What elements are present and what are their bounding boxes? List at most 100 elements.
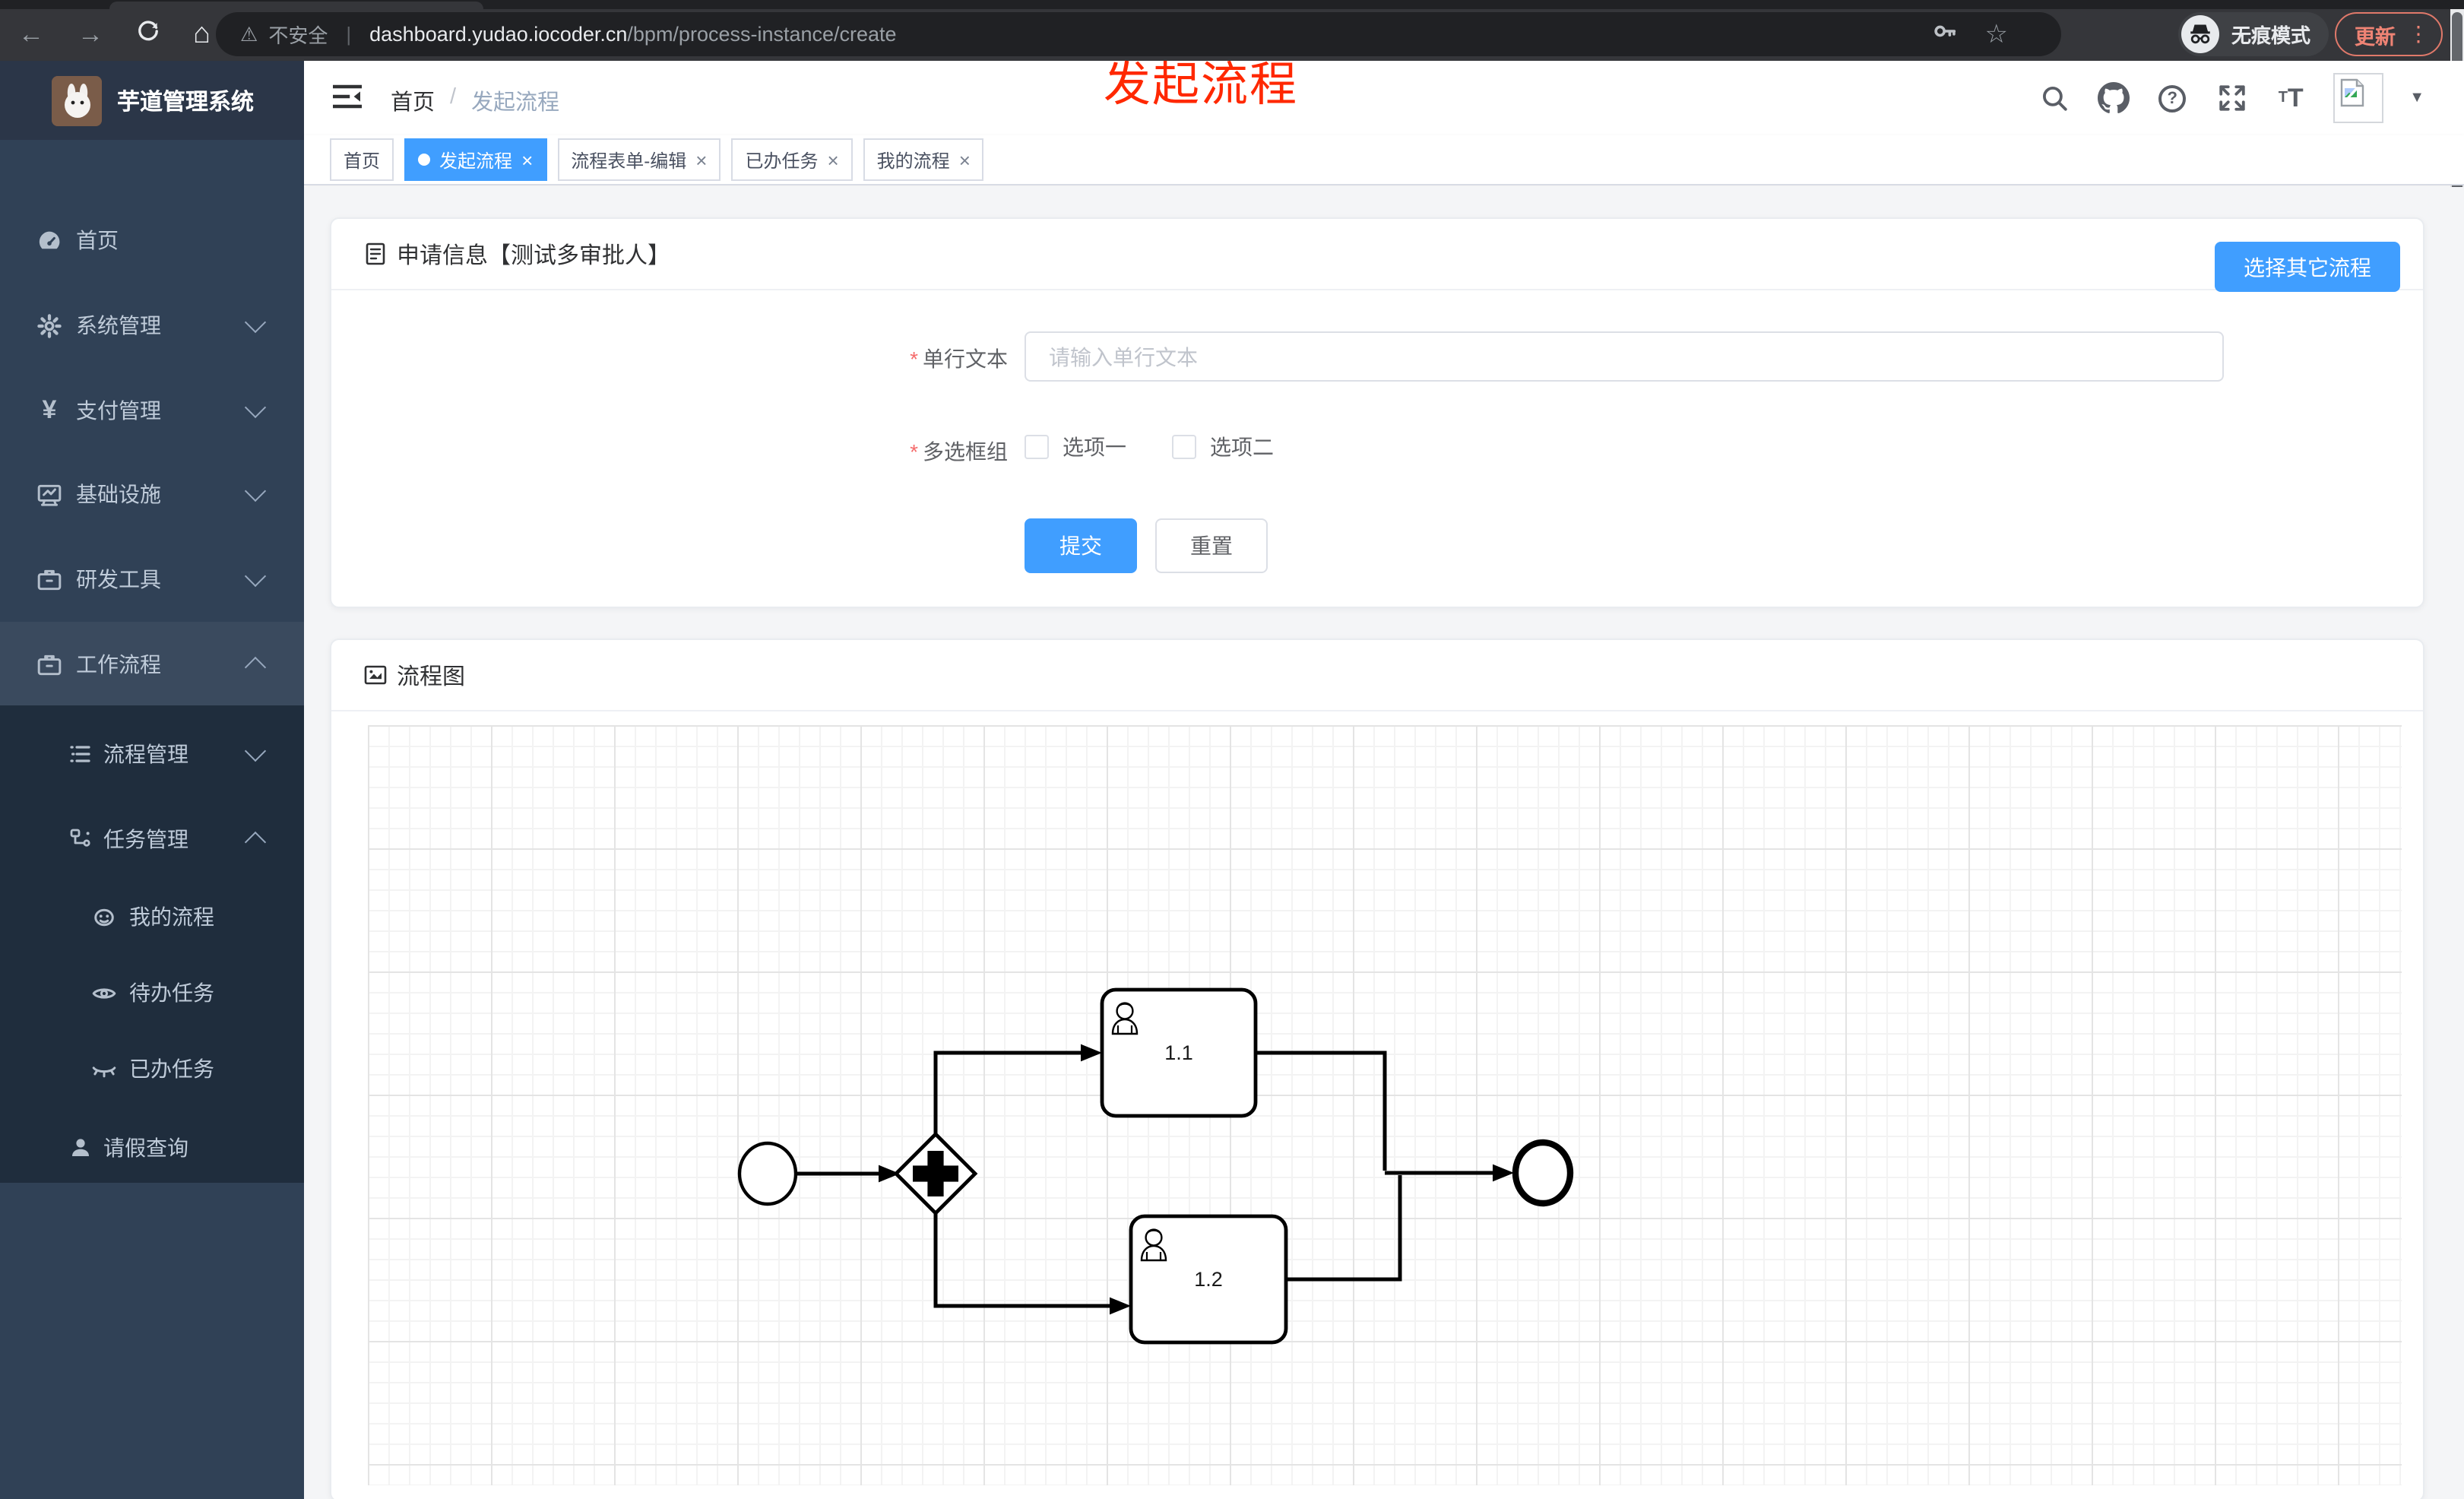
- bookmark-star-icon[interactable]: ☆: [1985, 20, 2009, 50]
- sidebar-item-leave-query[interactable]: 请假查询: [0, 1105, 304, 1190]
- incognito-icon: [2181, 15, 2219, 53]
- tab-start-process[interactable]: 发起流程 ×: [404, 138, 547, 181]
- submit-button[interactable]: 提交: [1025, 518, 1137, 573]
- search-icon[interactable]: [2037, 81, 2070, 115]
- sidebar-item-devtools[interactable]: 研发工具: [0, 537, 304, 622]
- reset-button[interactable]: 重置: [1155, 518, 1268, 573]
- sidebar-item-todo-tasks[interactable]: 待办任务: [0, 955, 304, 1031]
- logo-avatar: [52, 75, 102, 125]
- avatar-dropdown-icon[interactable]: ▼: [2409, 90, 2424, 106]
- sidebar-item-done-tasks[interactable]: 已办任务: [0, 1031, 304, 1107]
- url-path: /bpm/process-instance/create: [627, 23, 897, 46]
- tab-done-tasks[interactable]: 已办任务 ×: [731, 138, 853, 181]
- person-icon: [67, 1135, 93, 1161]
- broken-image-icon: [2340, 78, 2364, 107]
- browser-tabstrip: [0, 0, 2464, 9]
- reload-button[interactable]: [137, 20, 160, 50]
- field-label-single-line: * 单行文本: [910, 347, 1008, 371]
- gear-icon: [36, 312, 62, 338]
- choose-other-process-button[interactable]: 选择其它流程: [2215, 242, 2400, 292]
- sidebar-item-process-mgmt[interactable]: 流程管理: [0, 711, 304, 797]
- chevron-down-icon: [244, 311, 267, 334]
- breadcrumb-home[interactable]: 首页: [391, 85, 435, 117]
- tab-my-process[interactable]: 我的流程 ×: [863, 138, 984, 181]
- app-header: 首页 / 发起流程 ? TT ▼: [304, 61, 2464, 135]
- chevron-down-icon: [244, 396, 267, 419]
- chevron-up-icon: [244, 656, 267, 679]
- breadcrumb-current: 发起流程: [471, 91, 560, 116]
- checkbox-option-1[interactable]: 选项一: [1025, 432, 1126, 462]
- sidebar-item-home[interactable]: 首页: [0, 198, 304, 283]
- tree-list-icon: [67, 741, 93, 767]
- chevron-down-icon: [244, 480, 267, 502]
- svg-text:1.1: 1.1: [1164, 1041, 1193, 1064]
- user-task-1-1[interactable]: 1.1: [1100, 987, 1258, 1118]
- dashboard-icon: [36, 227, 62, 253]
- sidebar-item-system[interactable]: 系统管理: [0, 283, 304, 368]
- avatar[interactable]: [2333, 73, 2384, 123]
- checkbox-box[interactable]: [1172, 435, 1196, 459]
- fullscreen-icon[interactable]: [2215, 81, 2248, 115]
- chevron-down-icon: [244, 740, 267, 762]
- face-icon: [91, 904, 117, 930]
- tab-home[interactable]: 首页: [330, 138, 394, 181]
- parallel-gateway[interactable]: [893, 1131, 978, 1216]
- url-host: dashboard.yudao.iocoder.cn: [369, 23, 628, 46]
- bpmn-diagram: 1.1 1.2: [737, 987, 1574, 1345]
- github-icon[interactable]: [2096, 81, 2130, 115]
- sidebar-collapse-icon[interactable]: [332, 84, 363, 117]
- browser-active-tab[interactable]: [109, 2, 483, 9]
- eye-closed-icon: [91, 1056, 117, 1082]
- end-event[interactable]: [1512, 1139, 1574, 1207]
- picture-icon: [364, 665, 387, 685]
- app-logo[interactable]: 芋道管理系统: [0, 61, 304, 140]
- sidebar: 芋道管理系统 首页 系统管理 ¥ 支付管理 基础设施 研发工具 工作流程 流程管…: [0, 61, 304, 1499]
- warning-icon: ⚠: [240, 22, 258, 45]
- browser-menu-icon[interactable]: ⋮: [2408, 21, 2429, 47]
- breadcrumb: 首页 / 发起流程: [391, 85, 559, 117]
- form-actions: 提交 重置: [1025, 518, 1268, 573]
- eye-icon: [91, 980, 117, 1006]
- back-button[interactable]: ←: [18, 20, 44, 50]
- sidebar-item-infrastructure[interactable]: 基础设施: [0, 452, 304, 537]
- start-event[interactable]: [737, 1141, 798, 1206]
- bpmn-canvas[interactable]: 1.1 1.2: [368, 725, 2402, 1485]
- close-icon[interactable]: ×: [827, 150, 838, 170]
- yen-icon: ¥: [42, 395, 57, 424]
- field-label-checkbox-group: * 多选框组: [910, 439, 1008, 464]
- flow-nodes-icon: [67, 826, 93, 852]
- card-title: 流程图: [397, 664, 466, 689]
- close-icon[interactable]: ×: [959, 150, 971, 170]
- font-size-icon[interactable]: TT: [2274, 81, 2307, 115]
- sidebar-item-my-process[interactable]: 我的流程: [0, 879, 304, 955]
- workflow-submenu: 流程管理 任务管理 我的流程 待办任务 已办任务 请假查询: [0, 705, 304, 1183]
- help-icon[interactable]: ?: [2155, 81, 2189, 115]
- security-label[interactable]: 不安全: [268, 20, 328, 49]
- checkbox-option-2[interactable]: 选项二: [1172, 432, 1274, 462]
- toolbox-icon: [36, 651, 62, 677]
- svg-text:1.2: 1.2: [1194, 1268, 1223, 1291]
- checkbox-box[interactable]: [1025, 435, 1049, 459]
- key-icon[interactable]: [1932, 18, 1958, 52]
- sidebar-item-payment[interactable]: ¥ 支付管理: [0, 368, 304, 453]
- incognito-label: 无痕模式: [2231, 24, 2310, 47]
- active-dot: [418, 154, 431, 166]
- sidebar-item-task-mgmt[interactable]: 任务管理: [0, 797, 304, 882]
- sidebar-item-workflow[interactable]: 工作流程: [0, 622, 304, 707]
- annotation-text: 发起流程: [1104, 58, 1298, 111]
- card-header: 流程图: [331, 640, 2423, 711]
- app-title: 芋道管理系统: [117, 89, 255, 115]
- close-icon[interactable]: ×: [695, 150, 707, 170]
- chevron-down-icon: [244, 565, 267, 588]
- document-icon: [366, 242, 385, 265]
- close-icon[interactable]: ×: [521, 150, 533, 170]
- home-button[interactable]: ⌂: [193, 18, 211, 52]
- single-line-text-input[interactable]: [1025, 331, 2224, 382]
- screen: ← → ⌂ ⚠ 不安全 | dashboard.yudao.iocoder.cn…: [0, 0, 2464, 1499]
- forward-button[interactable]: →: [78, 20, 103, 50]
- card-header: 申请信息【测试多审批人】: [331, 219, 2423, 290]
- incognito-badge: 无痕模式: [2177, 12, 2329, 56]
- browser-update-button[interactable]: 更新 ⋮: [2335, 12, 2443, 56]
- tab-form-edit[interactable]: 流程表单-编辑 ×: [557, 138, 721, 181]
- user-task-1-2[interactable]: 1.2: [1129, 1214, 1288, 1345]
